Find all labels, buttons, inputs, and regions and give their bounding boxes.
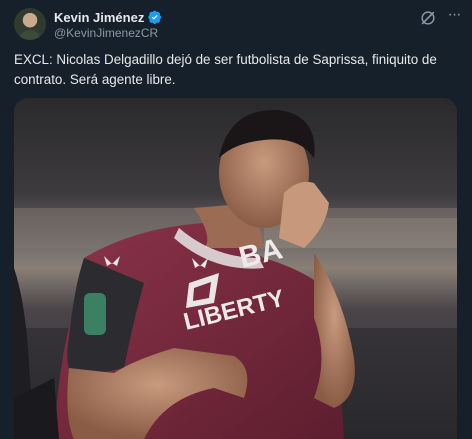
avatar[interactable] bbox=[14, 8, 46, 40]
media-photo: BA LIBERTY bbox=[14, 98, 457, 439]
display-name[interactable]: Kevin Jiménez bbox=[54, 10, 144, 25]
author-row: Kevin Jiménez bbox=[54, 9, 162, 25]
verified-badge-icon bbox=[148, 10, 162, 24]
grok-icon[interactable] bbox=[419, 9, 437, 27]
more-icon[interactable]: ··· bbox=[444, 6, 464, 26]
handle[interactable]: @KevinJimenezCR bbox=[54, 26, 158, 40]
tweet-text: EXCL: Nicolas Delgadillo dejó de ser fut… bbox=[14, 52, 437, 87]
tweet-media[interactable]: BA LIBERTY bbox=[14, 98, 457, 439]
tweet: Kevin Jiménez @KevinJimenezCR ··· EXCL: … bbox=[0, 0, 472, 439]
